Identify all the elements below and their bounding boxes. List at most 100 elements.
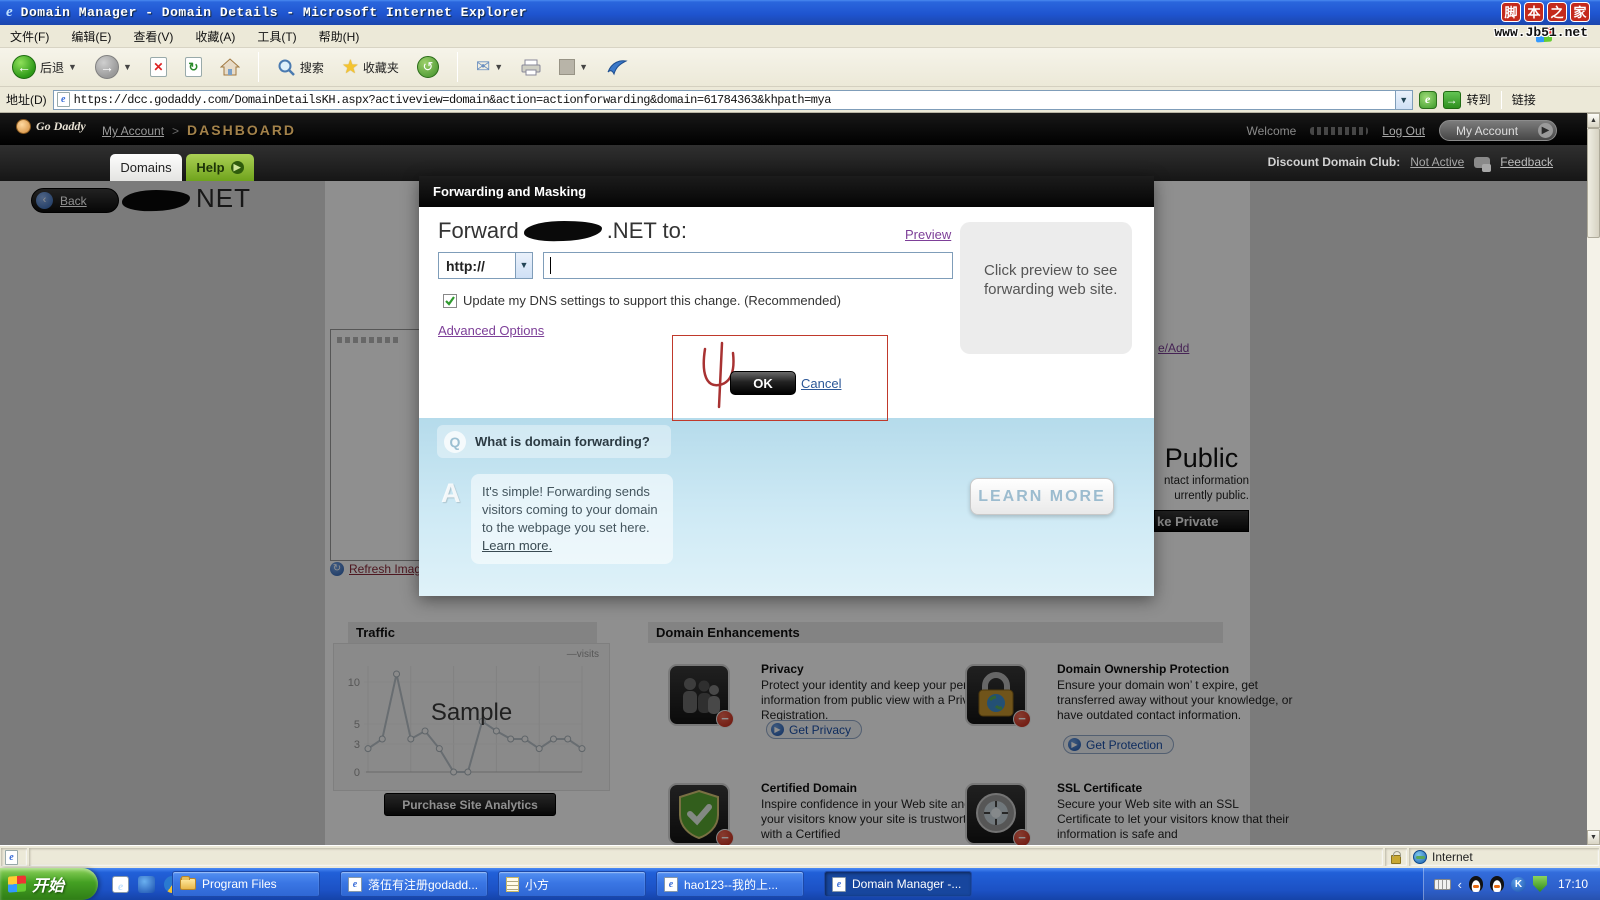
breadcrumb-my-account-link[interactable]: My Account [102, 124, 164, 138]
task-program-files[interactable]: Program Files [172, 871, 320, 897]
log-out-link[interactable]: Log Out [1382, 124, 1425, 138]
learn-more-link[interactable]: Learn more. [482, 538, 552, 553]
edit-dropdown-caret[interactable]: ▼ [579, 62, 588, 72]
censored-username [1310, 127, 1368, 135]
task-hao123[interactable]: e hao123--我的上... [656, 871, 804, 897]
windows-flag-icon [8, 875, 26, 892]
desktop-screen: e Domain Manager - Domain Details - Micr… [0, 0, 1600, 900]
k-tray-icon[interactable]: K [1511, 877, 1526, 892]
start-button[interactable]: 开始 [0, 868, 98, 900]
mail-dropdown-caret[interactable]: ▼ [494, 62, 503, 72]
menu-help[interactable]: 帮助(H) [319, 28, 360, 45]
forwarding-dialog: Forwarding and Masking Forward .NET to: … [419, 176, 1154, 596]
toolbar-separator [457, 52, 458, 82]
tray-collapse-chevron-icon[interactable]: ‹ [1458, 877, 1462, 892]
breadcrumb: My Account > DASHBOARD [102, 122, 296, 138]
watermark-char: 家 [1570, 2, 1590, 22]
forward-url-input[interactable] [543, 252, 953, 279]
my-account-button[interactable]: My Account ▶ [1439, 120, 1557, 141]
lock-icon [1391, 855, 1401, 864]
dns-checkbox-label: Update my DNS settings to support this c… [463, 293, 841, 308]
messenger-button[interactable] [602, 56, 632, 78]
system-tray: ‹ K 17:10 [1423, 868, 1600, 900]
select-dropdown-arrow[interactable]: ▼ [515, 253, 532, 278]
stop-icon: ✕ [150, 57, 167, 77]
scroll-up-button[interactable]: ▲ [1587, 113, 1600, 128]
folder-icon [180, 878, 196, 890]
forward-heading: Forward .NET to: [438, 218, 687, 244]
forward-dropdown-caret[interactable]: ▼ [123, 62, 132, 72]
address-url-text: https://dcc.godaddy.com/DomainDetailsKH.… [74, 93, 831, 107]
watermark-char: 脚 [1501, 2, 1521, 22]
status-zone-cell: Internet [1409, 848, 1599, 866]
task-notepad[interactable]: 小方 [498, 871, 646, 897]
learn-more-button[interactable]: LEARN MORE [970, 478, 1114, 515]
protocol-select[interactable]: http:// ▼ [438, 252, 533, 279]
tab-domains[interactable]: Domains [110, 154, 182, 181]
notepad-icon [506, 877, 519, 892]
refresh-icon: ↻ [185, 57, 202, 77]
home-button[interactable] [216, 56, 244, 78]
back-dropdown-caret[interactable]: ▼ [68, 62, 77, 72]
discount-club-label: Discount Domain Club: [1268, 155, 1401, 169]
question-bubble: Q What is domain forwarding? [437, 425, 671, 458]
menu-file[interactable]: 文件(F) [10, 28, 49, 45]
preview-link[interactable]: Preview [905, 227, 951, 242]
quick-launch-ie-icon[interactable]: e [112, 876, 129, 893]
mail-button[interactable]: ✉▼ [472, 55, 507, 79]
print-icon [521, 59, 541, 76]
dns-checkbox[interactable] [443, 294, 457, 308]
watermark-url: www.Jb51.net [1494, 25, 1588, 40]
answer-bubble: It's simple! Forwarding sends visitors c… [471, 474, 673, 564]
edit-button[interactable]: ▼ [555, 57, 592, 77]
vertical-scrollbar[interactable]: ▲ ▼ [1587, 113, 1600, 845]
menu-bar: 文件(F) 编辑(E) 查看(V) 收藏(A) 工具(T) 帮助(H) [0, 25, 1600, 48]
task-domain-manager-active[interactable]: e Domain Manager -... [824, 871, 972, 897]
refresh-button[interactable]: ↻ [181, 55, 206, 79]
status-page-cell: e [1, 848, 27, 866]
history-button[interactable]: ↺ [413, 54, 443, 80]
go-icon[interactable]: → [1443, 91, 1461, 109]
qq-penguin-icon[interactable] [1490, 876, 1504, 892]
window-titlebar[interactable]: e Domain Manager - Domain Details - Micr… [0, 0, 1600, 25]
ok-button[interactable]: OK [730, 371, 796, 395]
internet-globe-icon [1413, 850, 1427, 864]
address-dropdown-button[interactable]: ▼ [1395, 91, 1412, 109]
back-button[interactable]: ← 后退▼ [8, 53, 81, 81]
breadcrumb-dashboard: DASHBOARD [187, 122, 296, 138]
site-advisor-icon[interactable]: e [1419, 91, 1437, 109]
advanced-options-link[interactable]: Advanced Options [438, 323, 544, 338]
godaddy-logo[interactable]: Go Daddy [16, 119, 86, 134]
edit-icon [559, 59, 575, 75]
menu-tools[interactable]: 工具(T) [257, 28, 296, 45]
scrollbar-thumb[interactable] [1587, 128, 1600, 238]
search-button[interactable]: 搜索 [273, 56, 328, 79]
task-godaddy-page[interactable]: e 落伍有注册godadd... [340, 871, 488, 897]
cancel-link[interactable]: Cancel [801, 376, 841, 391]
page-ie-icon: e [57, 92, 70, 107]
keyboard-layout-icon[interactable] [1434, 879, 1451, 890]
discount-club-status-link[interactable]: Not Active [1410, 155, 1464, 169]
menu-favorites[interactable]: 收藏(A) [195, 28, 235, 45]
links-label[interactable]: 链接 [1512, 91, 1536, 108]
menu-view[interactable]: 查看(V) [133, 28, 173, 45]
feedback-link[interactable]: Feedback [1500, 155, 1553, 169]
tab-help[interactable]: Help ▶ [186, 154, 254, 181]
stop-button[interactable]: ✕ [146, 55, 171, 79]
chevron-right-icon: ▶ [231, 161, 244, 174]
status-bar: e Internet [0, 845, 1600, 868]
print-button[interactable] [517, 57, 545, 78]
dns-checkbox-row[interactable]: Update my DNS settings to support this c… [443, 293, 841, 308]
browser-toolbar: ← 后退▼ → ▼ ✕ ↻ 搜索 ★ 收藏夹 ↺ ✉▼ ▼ [0, 48, 1600, 87]
address-input[interactable]: e https://dcc.godaddy.com/DomainDetailsK… [53, 90, 1413, 110]
favorites-button[interactable]: ★ 收藏夹 [338, 54, 403, 81]
messenger-icon [606, 58, 628, 76]
qq-penguin-icon[interactable] [1469, 876, 1483, 892]
quick-launch-icon[interactable] [138, 876, 155, 893]
menu-edit[interactable]: 编辑(E) [71, 28, 111, 45]
forward-button[interactable]: → ▼ [91, 53, 136, 81]
scroll-down-button[interactable]: ▼ [1587, 830, 1600, 845]
address-separator [1501, 91, 1502, 109]
go-label[interactable]: 转到 [1467, 91, 1491, 108]
security-shield-icon[interactable] [1533, 876, 1547, 892]
